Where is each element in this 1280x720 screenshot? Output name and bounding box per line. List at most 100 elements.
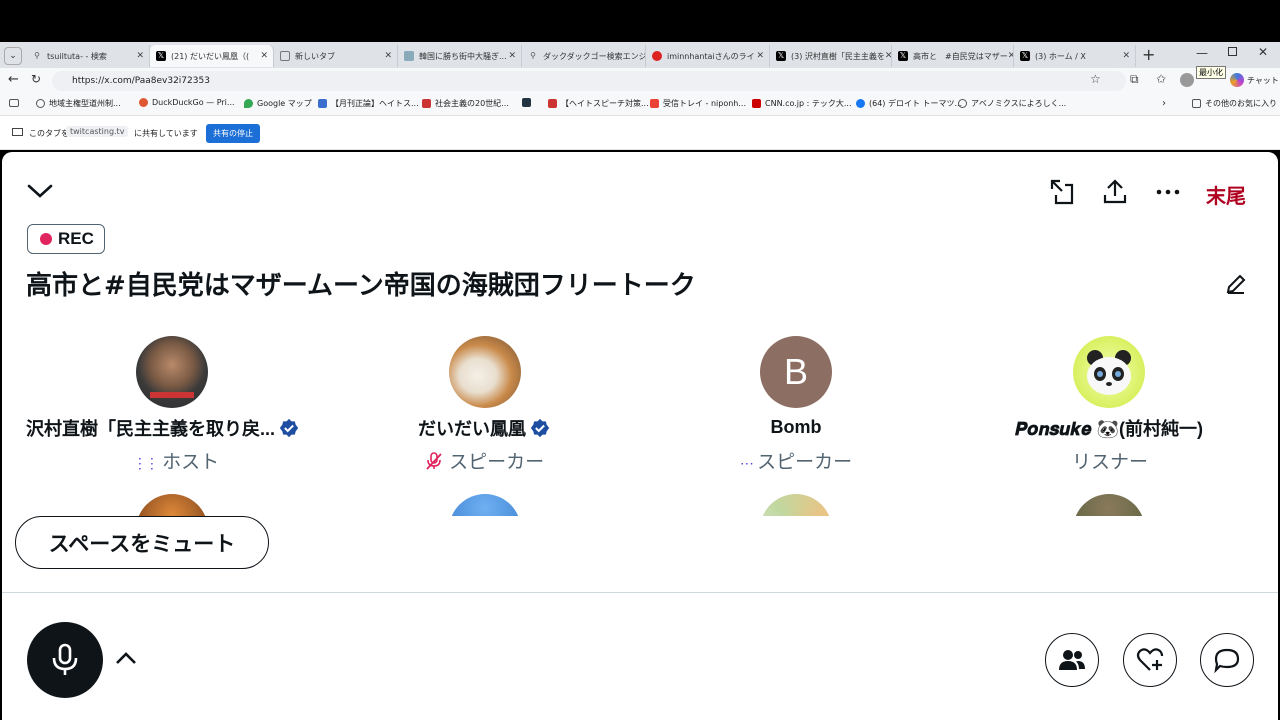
close-icon[interactable]: ✕	[384, 51, 392, 61]
bookmark-item[interactable]: (64) デロイト トーマツ...	[856, 98, 962, 109]
tab-sharing-bar: このタブを twitcasting.tv に共有しています 共有の停止	[0, 116, 1280, 150]
browser-tab[interactable]: 韓国に勝ち街中大騒ぎ... ✕	[398, 45, 522, 67]
profile-avatar[interactable]	[1180, 73, 1194, 87]
url-field[interactable]: https://x.com/Paa8ev32i72353	[52, 71, 1126, 91]
share-icon	[1103, 179, 1127, 204]
new-tab-button[interactable]: +	[1142, 45, 1155, 64]
bookmark-item[interactable]: アベノミクスによろしく...	[958, 98, 1066, 109]
bookmark-menu-icon[interactable]	[9, 99, 19, 107]
expand-mic-options-button[interactable]	[114, 648, 138, 668]
bookmark-item[interactable]: 【ヘイトスピーチ対策...	[548, 98, 649, 109]
search-icon: ⚲	[530, 51, 536, 60]
heart-plus-icon	[1136, 648, 1164, 671]
participant-name[interactable]: Bomb	[746, 417, 846, 438]
edit-title-button[interactable]	[1224, 272, 1248, 296]
map-pin-icon	[244, 99, 253, 108]
x-logo-icon: 𝕏	[156, 51, 166, 61]
panda-icon	[1087, 350, 1131, 395]
bookmark-item[interactable]: 社会主義の20世紀...	[422, 98, 509, 109]
audio-wave-icon: ⋯	[739, 455, 754, 471]
bookmark-item[interactable]: Google マップ	[244, 98, 312, 109]
share-site: twitcasting.tv	[66, 126, 129, 137]
chevron-up-icon	[116, 652, 136, 664]
browser-tab[interactable]: ⚲ tsuiltuta- - 検索 ✕	[26, 45, 150, 67]
tab-strip: ⌄ ⚲ tsuiltuta- - 検索 ✕ 𝕏 (21) だいだい鳳凰（(✕ 新しいタ…	[0, 42, 1280, 68]
rec-badge: REC	[27, 224, 105, 254]
other-bookmarks[interactable]: その他のお気に入り	[1192, 98, 1277, 109]
bookmark-item[interactable]: 地域主権型道州制...	[36, 98, 121, 109]
participant-role: リスナー	[1071, 452, 1148, 473]
back-icon[interactable]: ←	[8, 72, 19, 87]
copilot-icon[interactable]	[1230, 73, 1244, 87]
flag-icon	[522, 98, 531, 107]
address-bar-row: ← ↻ https://x.com/Paa8ev32i72353 ☆ ⧉ ✩ 最…	[0, 66, 1280, 94]
gmail-icon	[650, 99, 659, 108]
avatar[interactable]: B	[760, 336, 832, 408]
bookmark-item[interactable]: 【月刊正論】ヘイトス...	[318, 98, 419, 109]
collapse-button[interactable]	[26, 180, 54, 202]
avatar[interactable]	[1073, 494, 1145, 516]
search-icon: ⚲	[34, 51, 40, 60]
stop-sharing-button[interactable]: 共有の停止	[206, 124, 260, 143]
share-button[interactable]	[1101, 178, 1129, 206]
reload-icon[interactable]: ↻	[31, 72, 41, 86]
window-close-button[interactable]: ✕	[1258, 45, 1268, 59]
avatar[interactable]	[449, 336, 521, 408]
close-icon[interactable]: ✕	[756, 51, 764, 61]
dock-button[interactable]	[1048, 178, 1076, 206]
participant-name[interactable]: だいだい鳳凰	[382, 415, 586, 441]
folder-icon	[1192, 99, 1201, 108]
space-title: 高市と#自民党はマザームーン帝国の海賊団フリートーク	[26, 271, 696, 301]
mute-space-button[interactable]: スペースをミュート	[15, 516, 269, 569]
browser-tab[interactable]: 新しいタブ ✕	[274, 45, 398, 67]
browser-tab[interactable]: ⚲ダックダックゴー検索エンジン✕	[522, 45, 646, 67]
minimize-tooltip: 最小化	[1196, 66, 1226, 79]
participant-role: ⋮⋮ ホスト	[132, 452, 220, 473]
microphone-button[interactable]	[27, 622, 103, 698]
divider	[2, 592, 1278, 593]
avatar[interactable]	[1073, 336, 1145, 408]
close-icon[interactable]: ✕	[260, 51, 268, 61]
share-suffix: に共有しています	[134, 129, 198, 138]
comment-button[interactable]	[1200, 633, 1254, 687]
avatar[interactable]	[136, 494, 208, 516]
minimize-button[interactable]: —	[1196, 46, 1208, 60]
favorites-icon[interactable]: ✩	[1156, 72, 1166, 86]
close-icon[interactable]: ✕	[136, 51, 144, 61]
chat-label[interactable]: チャット	[1247, 75, 1279, 86]
tab-search-dropdown[interactable]: ⌄	[4, 47, 22, 65]
browser-tab[interactable]: iminnhantaiさんのライ ✕	[646, 45, 770, 67]
chat-bubble-icon	[1214, 648, 1240, 673]
participant-name[interactable]: 𝑷𝒐𝒏𝒔𝒖𝒌𝒆 🐼(前村純一)	[1002, 415, 1216, 441]
globe-icon	[958, 99, 967, 108]
avatar[interactable]	[136, 336, 208, 408]
avatar[interactable]	[449, 494, 521, 516]
close-icon[interactable]: ✕	[1122, 51, 1130, 61]
space-panel: 末尾 REC 高市と#自民党はマザームーン帝国の海賊団フリートーク 沢村直樹「民…	[2, 152, 1278, 720]
browser-tab[interactable]: 𝕏 (3) ホーム / X ✕	[1014, 45, 1136, 67]
record-dot-icon	[40, 233, 52, 245]
close-icon[interactable]: ✕	[508, 51, 516, 61]
chevron-down-icon	[27, 184, 53, 198]
browser-tab[interactable]: 𝕏高市と #自民党はマザー✕	[892, 45, 1014, 67]
chevron-right-icon[interactable]: ›	[1162, 98, 1166, 109]
end-space-button[interactable]: 末尾	[1206, 180, 1246, 209]
more-button[interactable]	[1154, 178, 1182, 206]
maximize-button[interactable]	[1228, 47, 1237, 56]
favorites-star-icon[interactable]: ☆	[1090, 72, 1101, 86]
participants-button[interactable]	[1045, 633, 1099, 687]
avatar[interactable]	[760, 494, 832, 516]
bookmark-icon	[318, 99, 327, 108]
extensions-icon[interactable]: ⧉	[1130, 72, 1139, 87]
bookmark-item[interactable]	[522, 98, 535, 107]
x-logo-icon: 𝕏	[1020, 51, 1030, 61]
people-icon	[1059, 650, 1085, 670]
bookmark-item[interactable]: CNN.co.jp : テック大...	[752, 98, 852, 109]
bookmark-item[interactable]: 受信トレイ - niponh...	[650, 98, 746, 109]
close-icon[interactable]: ✕	[885, 51, 891, 61]
react-button[interactable]	[1123, 633, 1177, 687]
browser-tab-active[interactable]: 𝕏 (21) だいだい鳳凰（(✕	[150, 45, 274, 67]
bookmark-item[interactable]: DuckDuckGo — Pri...	[139, 98, 235, 107]
browser-tab[interactable]: 𝕏 (3) 沢村直樹「民主主義を ✕	[770, 45, 892, 67]
participant-name[interactable]: 沢村直樹「民主主義を取り戻...	[26, 415, 320, 441]
